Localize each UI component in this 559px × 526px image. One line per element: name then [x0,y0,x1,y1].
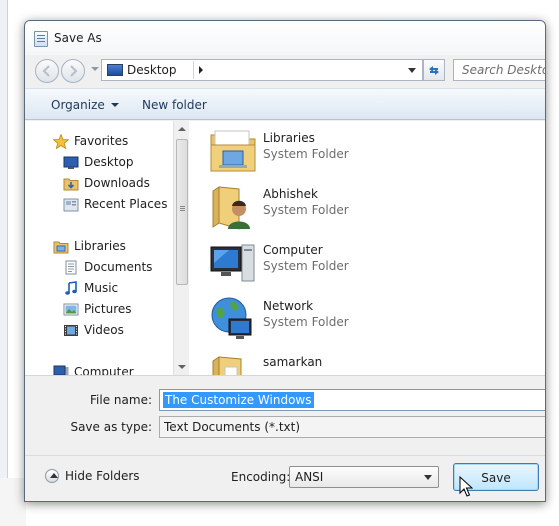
encoding-select[interactable]: ANSI [289,466,439,488]
file-type: System Folder [263,147,349,161]
file-name-value: The Customize Windows [163,392,314,408]
scroll-up-icon[interactable] [178,127,186,131]
mouse-cursor-icon [459,476,473,497]
nav-downloads-label: Downloads [84,176,150,190]
list-item[interactable]: Computer System Folder [209,237,509,287]
navigation-pane: Favorites Desktop Downloads Recent Place… [25,121,189,379]
save-as-type-label: Save as type: [70,420,152,434]
dialog-footer: Hide Folders Encoding: ANSI Save [25,455,545,501]
search-placeholder: Search Desktop [462,63,545,77]
list-item[interactable]: Abhishek System Folder [209,181,509,231]
music-icon [65,281,77,295]
nav-libraries-label: Libraries [74,239,126,253]
command-toolbar: Organize New folder [25,88,545,120]
list-item[interactable]: Libraries System Folder [209,125,509,175]
save-as-type-value: Text Documents (*.txt) [164,420,301,434]
documents-icon [65,260,77,275]
background-window-edge [0,0,8,478]
address-dropdown-icon[interactable] [408,68,416,73]
nav-favorites-label: Favorites [74,134,129,148]
new-folder-button[interactable]: New folder [142,98,207,112]
recent-pages-dropdown[interactable] [91,67,99,71]
star-icon [53,134,69,149]
title-bar[interactable]: Save As [25,21,545,55]
nav-desktop-label: Desktop [84,155,134,169]
organize-caret-icon [110,103,119,107]
save-as-dialog: Save As Desktop Search Desktop Organize [24,20,546,502]
file-name: Computer [263,243,323,257]
nav-music-label: Music [84,281,119,295]
hide-folders-label: Hide Folders [65,469,140,483]
window-title: Save As [54,31,102,45]
folder-icon [212,356,242,375]
address-text: Desktop [127,63,177,77]
nav-pane-scrollbar[interactable] [173,121,189,375]
list-item[interactable]: Network System Folder [209,293,509,343]
refresh-icon [429,66,439,75]
address-bar[interactable]: Desktop [101,59,423,81]
file-name-input[interactable]: The Customize Windows [159,389,545,411]
encoding-value: ANSI [295,470,324,484]
file-fields: File name: The Customize Windows Save as… [25,375,545,455]
recent-places-icon [63,198,79,212]
collapse-arrow-icon [45,469,59,483]
nav-videos-label: Videos [84,323,124,337]
videos-icon [64,325,78,336]
scroll-thumb[interactable] [176,139,188,285]
chevron-down-icon [424,475,432,480]
navigation-bar: Desktop Search Desktop [25,55,545,87]
encoding-label: Encoding: [231,470,291,484]
downloads-folder-icon [63,178,79,191]
search-input[interactable]: Search Desktop [453,59,545,81]
file-name: samarkan [263,355,323,369]
network-icon [211,297,252,339]
content-area: Favorites Desktop Downloads Recent Place… [25,121,545,379]
organize-label: Organize [51,98,105,112]
save-as-type-select[interactable]: Text Documents (*.txt) [159,416,545,438]
user-folder-icon [212,186,250,230]
libraries-icon [53,241,69,254]
background-desktop [0,478,26,526]
organize-button[interactable]: Organize [51,98,119,112]
file-name: Abhishek [263,187,318,201]
nav-recent-places-label: Recent Places [84,197,168,211]
file-list: Libraries System Folder Abhishek System … [189,121,545,375]
libraries-folder-icon [210,130,256,172]
list-item[interactable]: samarkan [209,349,509,375]
back-arrow-icon [42,65,50,77]
refresh-button[interactable] [423,59,445,81]
forward-button[interactable] [61,59,85,83]
back-button[interactable] [35,59,59,83]
desktop-icon [107,64,123,76]
nav-pictures-label: Pictures [84,302,132,316]
file-type: System Folder [263,315,349,329]
scroll-down-icon[interactable] [178,365,186,369]
pictures-icon [63,303,79,316]
file-name: Libraries [263,131,315,145]
file-name-label: File name: [90,393,152,407]
file-type: System Folder [263,203,349,217]
file-type: System Folder [263,259,349,273]
notepad-icon [34,31,48,47]
address-chevron-button[interactable] [193,61,209,79]
computer-icon [210,244,255,282]
file-name: Network [263,299,314,313]
forward-arrow-icon [70,65,78,77]
desktop-icon [63,156,79,169]
nav-documents-label: Documents [84,260,153,274]
